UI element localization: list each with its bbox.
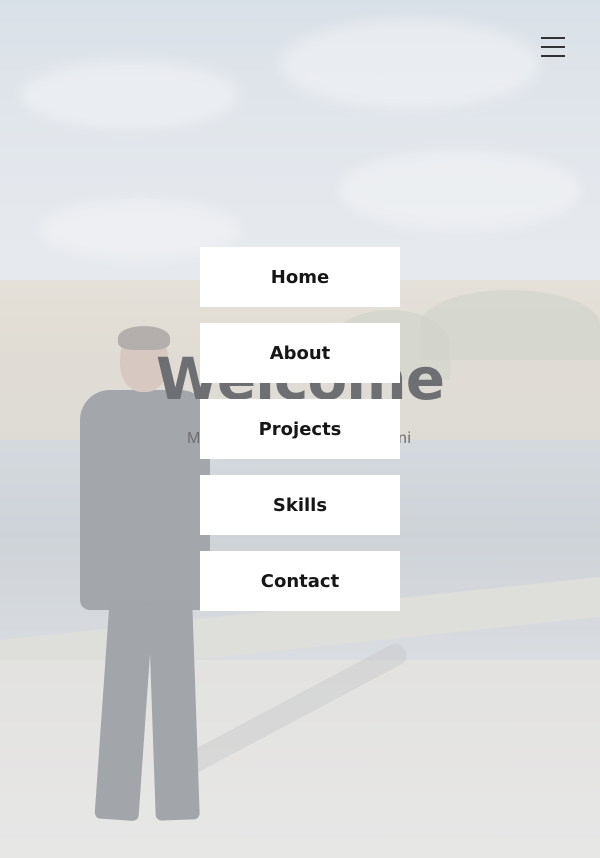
hamburger-menu-icon[interactable] bbox=[538, 34, 568, 60]
nav-item-skills[interactable]: Skills bbox=[200, 475, 400, 535]
nav-item-contact[interactable]: Contact bbox=[200, 551, 400, 611]
hero-subtitle-left: M bbox=[187, 430, 201, 447]
hero-subtitle-right: ni bbox=[398, 430, 412, 447]
nav-item-projects[interactable]: Projects bbox=[200, 399, 400, 459]
nav-item-home[interactable]: Home bbox=[200, 247, 400, 307]
main-nav: Home About Projects Skills Contact bbox=[200, 247, 400, 627]
nav-item-about[interactable]: About bbox=[200, 323, 400, 383]
